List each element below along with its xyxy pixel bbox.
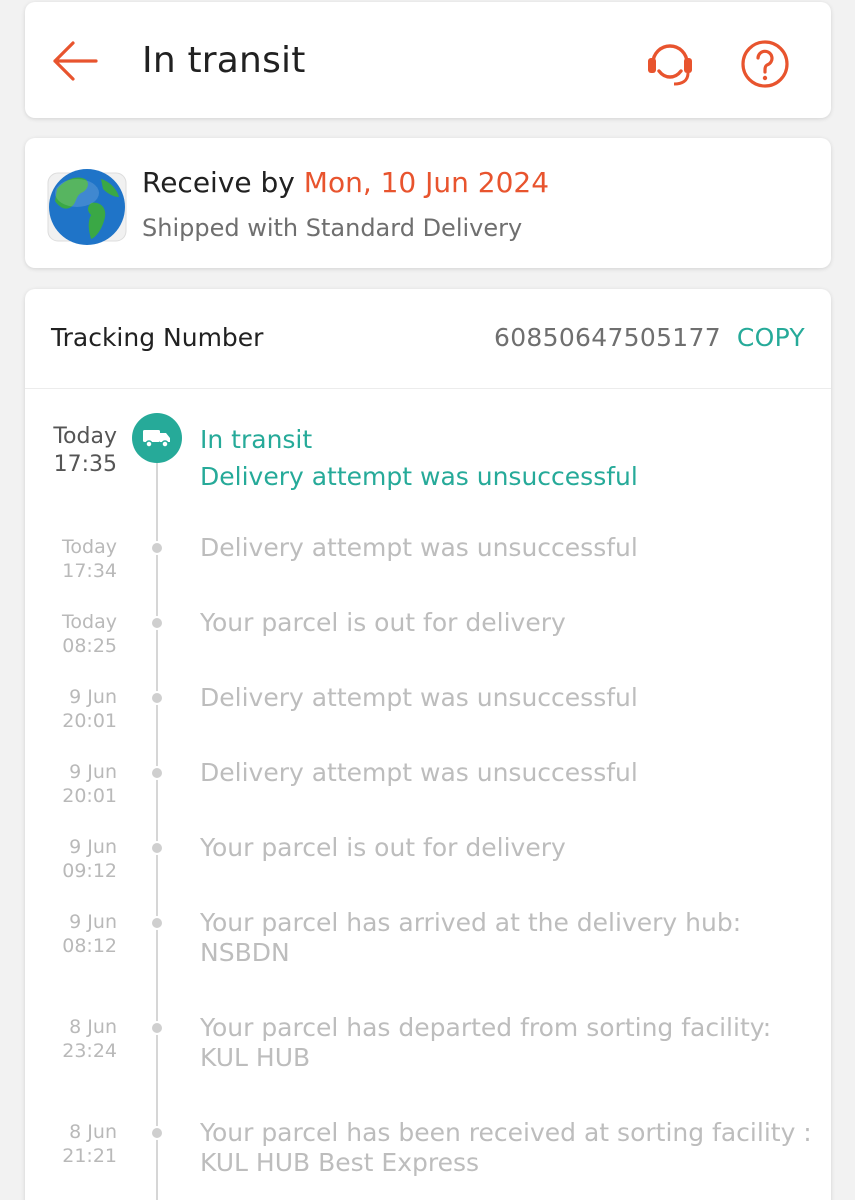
event-day: Today <box>62 536 117 558</box>
timeline-dot <box>150 766 164 780</box>
event-description-text: Your parcel has been received at sorting… <box>200 1118 812 1147</box>
event-description-text: Your parcel has departed from sorting fa… <box>200 1013 772 1042</box>
tracking-number-row: Tracking Number 60850647505177 COPY <box>25 289 831 389</box>
event-day: 8 Jun <box>69 1016 117 1038</box>
event-time: 20:01 <box>62 785 117 807</box>
event-timestamp: 8 Jun 21:21 <box>62 1120 117 1168</box>
back-arrow-icon <box>53 41 98 81</box>
event-time: 21:21 <box>62 1145 117 1167</box>
headset-icon <box>648 44 692 86</box>
event-time: 17:35 <box>53 452 117 477</box>
event-description-text: Delivery attempt was unsuccessful <box>200 758 638 787</box>
event-timestamp: 9 Jun 09:12 <box>62 835 117 883</box>
event-time: 20:01 <box>62 710 117 732</box>
globe-icon <box>47 169 127 245</box>
event-description: Delivery attempt was unsuccessful <box>200 758 820 788</box>
event-timestamp: Today 17:35 <box>53 423 117 479</box>
event-description: Your parcel is out for delivery <box>200 608 820 638</box>
event-time: 08:12 <box>62 935 117 957</box>
timeline-dot <box>150 1021 164 1035</box>
delivery-info-card: Receive by Mon, 10 Jun 2024 Shipped with… <box>25 138 831 268</box>
event-location: NSBDN <box>200 938 290 967</box>
event-description: Delivery attempt was unsuccessful <box>200 533 820 563</box>
event-detail: Delivery attempt was unsuccessful <box>200 462 638 491</box>
timeline-dot <box>150 916 164 930</box>
back-button[interactable] <box>49 38 101 84</box>
event-description-text: Delivery attempt was unsuccessful <box>200 683 638 712</box>
event-day: Today <box>62 611 117 633</box>
timeline-dot <box>150 841 164 855</box>
timeline-dot <box>150 541 164 555</box>
event-day: 8 Jun <box>69 1121 117 1143</box>
customer-support-button[interactable] <box>643 38 697 88</box>
truck-icon <box>143 430 170 448</box>
event-timestamp: 9 Jun 20:01 <box>62 760 117 808</box>
event-description-text: Your parcel is out for delivery <box>200 608 566 637</box>
timeline-line <box>156 449 158 1200</box>
event-time: 17:34 <box>62 560 117 582</box>
event-description: Your parcel is out for delivery <box>200 833 820 863</box>
header-bar: In transit <box>25 2 831 118</box>
shipping-method: Shipped with Standard Delivery <box>142 214 523 242</box>
timeline-dot <box>150 691 164 705</box>
event-time: 08:25 <box>62 635 117 657</box>
event-location: KUL HUB Best Express <box>200 1148 480 1177</box>
event-description: Your parcel has been received at sorting… <box>200 1118 820 1178</box>
receive-label: Receive by <box>142 166 295 199</box>
event-description-text: Your parcel has arrived at the delivery … <box>200 908 742 937</box>
event-description-text: Delivery attempt was unsuccessful <box>200 533 638 562</box>
event-description: Your parcel has departed from sorting fa… <box>200 1013 820 1073</box>
timeline-dot <box>150 1126 164 1140</box>
event-description: Delivery attempt was unsuccessful <box>200 683 820 713</box>
help-button[interactable] <box>739 38 791 90</box>
receive-date: Mon, 10 Jun 2024 <box>303 166 550 199</box>
estimated-delivery: Receive by Mon, 10 Jun 2024 <box>142 166 549 199</box>
event-time: 23:24 <box>62 1040 117 1062</box>
event-day: 9 Jun <box>69 761 117 783</box>
help-icon <box>741 40 789 88</box>
event-time: 09:12 <box>62 860 117 882</box>
page-title: In transit <box>142 40 306 81</box>
timeline-dot <box>150 616 164 630</box>
current-status-marker <box>132 413 182 463</box>
event-timestamp: 8 Jun 23:24 <box>62 1015 117 1063</box>
event-status: In transit <box>200 425 313 454</box>
tracking-card: Tracking Number 60850647505177 COPY Toda… <box>25 289 831 1200</box>
event-description: Your parcel has arrived at the delivery … <box>200 908 820 968</box>
event-timestamp: 9 Jun 20:01 <box>62 685 117 733</box>
event-day: 9 Jun <box>69 686 117 708</box>
event-timestamp: Today 08:25 <box>62 610 117 658</box>
event-day: 9 Jun <box>69 911 117 933</box>
tracking-number-label: Tracking Number <box>51 323 264 352</box>
tracking-number: 60850647505177 <box>494 323 721 352</box>
copy-button[interactable]: COPY <box>737 323 805 352</box>
event-description-text: Your parcel is out for delivery <box>200 833 566 862</box>
event-day: 9 Jun <box>69 836 117 858</box>
event-timestamp: 9 Jun 08:12 <box>62 910 117 958</box>
event-day: Today <box>53 424 117 449</box>
event-timestamp: Today 17:34 <box>62 535 117 583</box>
event-location: KUL HUB <box>200 1043 311 1072</box>
event-description: In transit Delivery attempt was unsucces… <box>200 421 820 495</box>
